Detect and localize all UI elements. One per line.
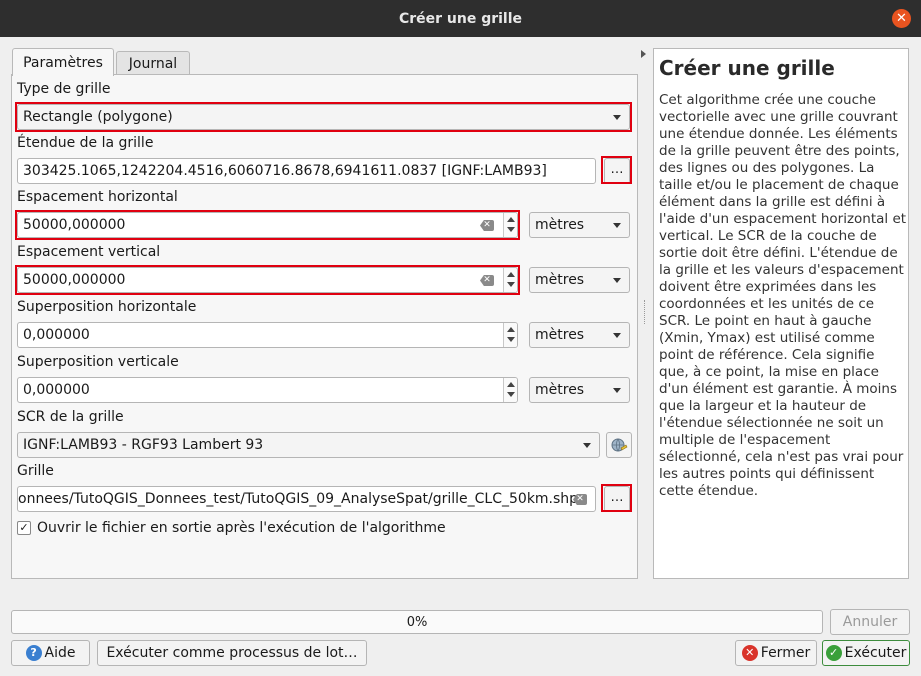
run-button[interactable]: ✓ Exécuter [822, 640, 910, 666]
close-button[interactable]: ✕ Fermer [735, 640, 817, 666]
help-button[interactable]: ? Aide [11, 640, 90, 666]
spin-buttons[interactable] [503, 213, 517, 237]
ellipsis-icon: … [610, 161, 624, 177]
h-overlay-value: 0,000000 [23, 327, 90, 343]
progress-text: 0% [406, 614, 428, 630]
cancel-label: Annuler [842, 614, 898, 630]
v-overlay-value: 0,000000 [23, 382, 90, 398]
spin-buttons[interactable] [503, 378, 517, 402]
tab-journal[interactable]: Journal [116, 51, 190, 75]
v-overlay-input[interactable]: 0,000000 [17, 377, 518, 403]
window-titlebar: Créer une grille ✕ [0, 0, 921, 37]
output-browse-button[interactable]: … [604, 486, 630, 512]
collapse-help-icon[interactable] [641, 50, 646, 58]
help-label: Aide [44, 645, 76, 661]
crs-select[interactable]: IGNF:LAMB93 - RGF93 Lambert 93 [17, 432, 600, 458]
unit-value: mètres [535, 217, 585, 233]
tab-label: Journal [128, 55, 178, 72]
h-spacing-label: Espacement horizontal [17, 189, 178, 205]
batch-label: Exécuter comme processus de lot… [106, 645, 358, 661]
h-spacing-unit-select[interactable]: mètres [529, 212, 630, 238]
chevron-down-icon [613, 278, 621, 283]
extent-value: 303425.1065,1242204.4516,6060716.8678,69… [23, 163, 547, 179]
chevron-down-icon [613, 388, 621, 393]
grid-type-select[interactable]: Rectangle (polygone) [17, 104, 630, 130]
help-icon: ? [25, 645, 42, 661]
help-title: Créer une grille [659, 56, 835, 80]
v-spacing-label: Espacement vertical [17, 244, 161, 260]
v-overlay-unit-select[interactable]: mètres [529, 377, 630, 403]
splitter-handle[interactable] [644, 300, 646, 324]
chevron-down-icon [583, 443, 591, 448]
spin-buttons[interactable] [503, 323, 517, 347]
extent-label: Étendue de la grille [17, 135, 154, 151]
close-label: Fermer [760, 645, 811, 661]
unit-value: mètres [535, 272, 585, 288]
h-overlay-label: Superposition horizontale [17, 299, 197, 315]
h-spacing-input[interactable]: 50000,000000 ✕ [17, 212, 518, 238]
v-overlay-label: Superposition verticale [17, 354, 179, 370]
unit-value: mètres [535, 382, 585, 398]
extent-input[interactable]: 303425.1065,1242204.4516,6060716.8678,69… [17, 158, 596, 184]
grid-type-label: Type de grille [17, 81, 111, 97]
extent-browse-button[interactable]: … [604, 158, 630, 184]
unit-value: mètres [535, 327, 585, 343]
output-path-input[interactable]: onnees/TutoQGIS_Donnees_test/TutoQGIS_09… [17, 486, 596, 512]
open-after-checkbox[interactable]: ✓ [17, 521, 31, 535]
h-overlay-unit-select[interactable]: mètres [529, 322, 630, 348]
batch-button[interactable]: Exécuter comme processus de lot… [97, 640, 367, 666]
v-spacing-input[interactable]: 50000,000000 ✕ [17, 267, 518, 293]
crs-label: SCR de la grille [17, 409, 124, 425]
open-after-label: Ouvrir le fichier en sortie après l'exéc… [37, 520, 446, 536]
check-icon: ✓ [825, 645, 842, 661]
output-path-value: onnees/TutoQGIS_Donnees_test/TutoQGIS_09… [18, 491, 579, 507]
ellipsis-icon: … [610, 489, 624, 505]
spin-buttons[interactable] [503, 268, 517, 292]
grid-type-value: Rectangle (polygone) [23, 109, 173, 125]
close-window-icon[interactable]: ✕ [892, 9, 911, 28]
tab-label: Paramètres [23, 54, 103, 71]
crs-selector-button[interactable] [606, 432, 632, 458]
h-spacing-value: 50000,000000 [23, 217, 126, 233]
crs-value: IGNF:LAMB93 - RGF93 Lambert 93 [23, 437, 264, 453]
chevron-down-icon [613, 223, 621, 228]
clear-icon[interactable]: ✕ [480, 220, 494, 231]
cancel-button[interactable]: Annuler [830, 609, 910, 635]
clear-icon[interactable]: ✕ [480, 275, 494, 286]
tab-parametres[interactable]: Paramètres [12, 48, 114, 76]
output-label: Grille [17, 463, 54, 479]
window-title: Créer une grille [398, 10, 523, 27]
v-spacing-unit-select[interactable]: mètres [529, 267, 630, 293]
progress-bar: 0% [11, 610, 823, 634]
close-icon: ✕ [741, 645, 758, 661]
chevron-down-icon [613, 333, 621, 338]
run-label: Exécuter [844, 645, 907, 661]
globe-icon [611, 438, 628, 452]
chevron-down-icon [613, 115, 621, 120]
help-text: Cet algorithme crée une couche vectoriel… [659, 92, 907, 499]
v-spacing-value: 50000,000000 [23, 272, 126, 288]
help-panel: Créer une grille Cet algorithme crée une… [653, 48, 909, 579]
h-overlay-input[interactable]: 0,000000 [17, 322, 518, 348]
